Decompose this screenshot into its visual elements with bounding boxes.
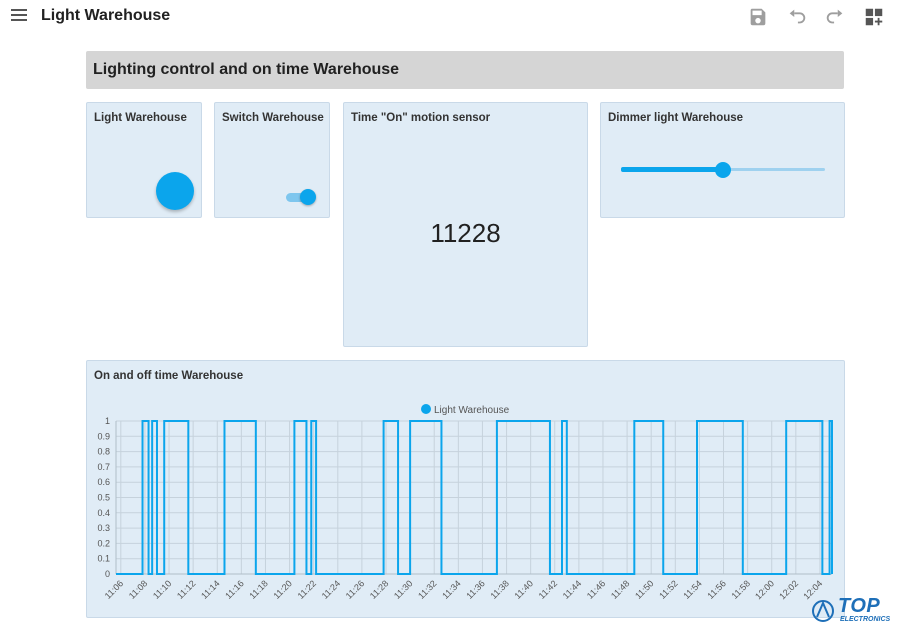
brand-logo-icon (812, 600, 834, 622)
redo-icon[interactable] (824, 6, 846, 28)
light-button[interactable] (156, 172, 194, 210)
time-widget: Time "On" motion sensor 11228 (343, 102, 588, 347)
x-tick-label: 11:08 (127, 578, 150, 601)
x-tick-label: 11:56 (705, 578, 728, 601)
brand-subtitle: ELECTRONICS (840, 616, 891, 623)
light-widget-title: Light Warehouse (94, 112, 187, 124)
add-widget-icon[interactable] (863, 6, 885, 28)
legend-label: Light Warehouse (434, 405, 510, 416)
chart: 00.10.20.30.40.50.60.70.80.9111:06 11:08 1… (97, 404, 833, 601)
dimmer-widget: Dimmer light Warehouse (600, 102, 845, 218)
x-tick-label: 11:10 (151, 578, 174, 601)
light-widget: Light Warehouse (86, 102, 202, 218)
x-tick-label: 11:48 (609, 578, 632, 601)
x-tick-label: 11:30 (392, 578, 415, 601)
undo-icon[interactable] (786, 6, 808, 28)
time-value: 11228 (430, 218, 501, 248)
slider-fill (621, 167, 723, 172)
y-tick-label: 1 (105, 416, 110, 426)
x-tick-label: 11:18 (247, 578, 270, 601)
x-tick-label: 11:14 (199, 578, 222, 601)
y-tick-label: 0.4 (97, 508, 110, 518)
x-tick-label: 11:28 (368, 578, 391, 601)
slider-thumb[interactable] (715, 162, 731, 178)
x-tick-label: 11:20 (271, 578, 294, 601)
x-tick-label: 11:12 (175, 578, 198, 601)
brand-logo: TOP ELECTRONICS (808, 595, 898, 627)
x-tick-label: 11:32 (416, 578, 439, 601)
x-tick-label: 12:02 (777, 578, 800, 601)
x-tick-label: 11:40 (513, 578, 536, 601)
switch-widget-title: Switch Warehouse (222, 112, 324, 124)
x-tick-label: 11:38 (488, 578, 511, 601)
x-tick-label: 11:50 (633, 578, 656, 601)
x-tick-label: 12:00 (753, 578, 776, 601)
y-tick-label: 0.7 (97, 462, 110, 472)
app-header: Light Warehouse (0, 0, 900, 34)
save-icon[interactable] (747, 6, 769, 28)
chart-widget: On and off time Warehouse 0 0.1 0.2 0.3 0.4 0… (86, 360, 845, 618)
dimmer-widget-title: Dimmer light Warehouse (608, 112, 744, 124)
brand-name: TOP (838, 595, 881, 617)
y-tick-label: 0.5 (97, 493, 110, 503)
x-tick-label: 11:54 (681, 578, 704, 601)
legend-marker (421, 404, 431, 414)
dimmer-slider[interactable] (621, 161, 825, 179)
section-header: Lighting control and on time Warehouse (86, 51, 844, 89)
switch-widget: Switch Warehouse (214, 102, 330, 218)
x-tick-label: 11:44 (561, 578, 584, 601)
y-tick-label: 0 (105, 569, 110, 579)
y-tick-label: 0.9 (97, 431, 110, 441)
section-title: Lighting control and on time Warehouse (93, 61, 400, 78)
x-tick-label: 11:06 (103, 578, 126, 601)
x-tick-label: 11:36 (464, 578, 487, 601)
switch-toggle[interactable] (286, 189, 316, 205)
y-tick-label: 0.3 (97, 523, 110, 533)
y-tick-label: 0.2 (97, 538, 110, 548)
toggle-thumb (300, 189, 316, 205)
time-widget-title: Time "On" motion sensor (351, 112, 491, 124)
y-tick-label: 0.6 (97, 477, 110, 487)
x-tick-label: 11:26 (344, 578, 367, 601)
x-tick-label: 11:42 (537, 578, 560, 601)
x-tick-label: 11:52 (657, 578, 680, 601)
page-title: Light Warehouse (41, 7, 171, 24)
x-tick-label: 11:16 (223, 578, 246, 601)
menu-icon[interactable] (8, 6, 30, 26)
x-tick-label: 11:24 (320, 578, 343, 601)
y-tick-label: 0.8 (97, 447, 110, 457)
x-tick-label: 11:46 (585, 578, 608, 601)
x-tick-label: 11:22 (296, 578, 319, 601)
y-tick-label: 0.1 (97, 554, 110, 564)
x-tick-label: 11:34 (440, 578, 463, 601)
x-tick-label: 11:58 (730, 578, 753, 601)
